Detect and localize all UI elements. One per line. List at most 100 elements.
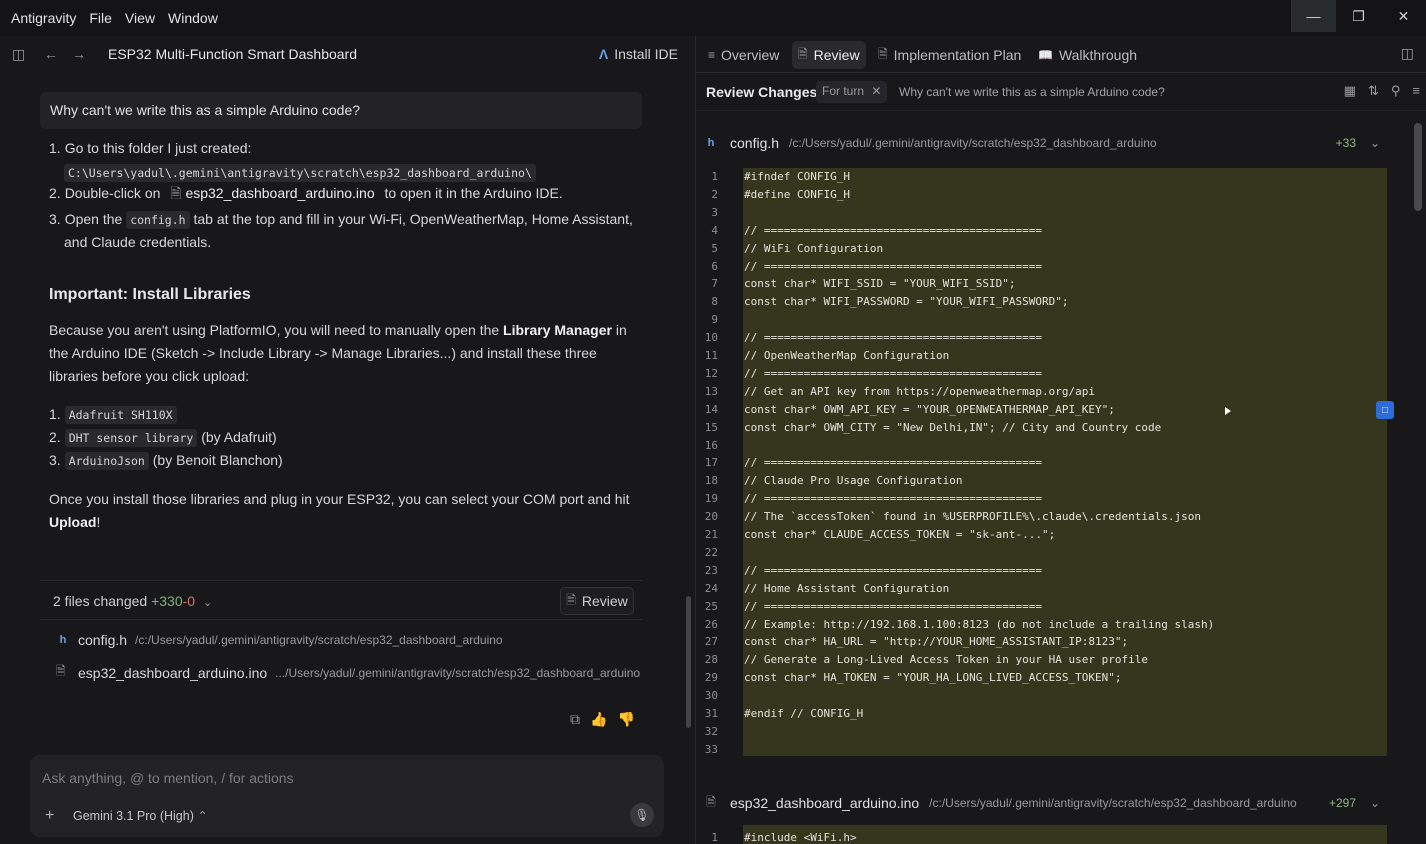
chevron-up-icon: ⌃ (197, 809, 208, 823)
step-1: 1. Go to this folder I just created: (49, 140, 252, 156)
code-text: const char* CLAUDE_ACCESS_TOKEN = "sk-an… (744, 528, 1056, 541)
feedback-bar: ⧉ 👍 👎 (570, 711, 635, 728)
code-line: 24 // Home Assistant Configuration (704, 580, 1387, 598)
conversation-title: ESP32 Multi-Function Smart Dashboard (108, 46, 357, 62)
code-line: 11 // OpenWeatherMap Configuration (704, 347, 1387, 365)
book-icon: 📖 (1038, 48, 1053, 62)
code-line: 3 (704, 204, 1387, 222)
tab-walkthrough[interactable]: 📖 Walkthrough (1032, 41, 1143, 69)
files-changed-box: 2 files changed +330-0 ⌄ 🗎 Review h conf… (40, 580, 642, 683)
code-line: 28 // Generate a Long-Lived Access Token … (704, 651, 1387, 669)
menu-bar: Antigravity File View Window (0, 10, 231, 26)
thumbs-down-icon[interactable]: 👎 (617, 711, 634, 728)
code-diff-config: 1 #ifndef CONFIG_H 2 #define CONFIG_H 3 4 // =… (704, 168, 1387, 757)
tab-implementation-plan[interactable]: 🗎 Implementation Plan (872, 41, 1027, 69)
step-3-cont: and Claude credentials. (64, 234, 212, 250)
line-number: 23 (704, 563, 718, 577)
menu-view[interactable]: View (125, 10, 155, 26)
code-text: // =====================================… (744, 563, 1043, 577)
code-text: // =====================================… (744, 331, 1043, 345)
line-number: 13 (704, 384, 718, 398)
for-turn-filter[interactable]: For turn ✕ (816, 81, 888, 103)
model-selector[interactable]: Gemini 3.1 Pro (High) ⌃ (73, 808, 208, 823)
code-line: 5 // WiFi Configuration (704, 240, 1387, 258)
close-icon[interactable]: ✕ (1381, 0, 1426, 32)
code-text: const char* HA_TOKEN = "YOUR_HA_LONG_LIV… (744, 671, 1122, 685)
chat-scrollbar[interactable] (686, 596, 691, 728)
line-number: 12 (704, 366, 718, 380)
review-title: Review Changes (706, 84, 818, 100)
review-icon: 🗎 (798, 46, 808, 61)
code-text: // OpenWeatherMap Configuration (744, 349, 950, 362)
code-text: #include <WiFi.h> (744, 831, 857, 844)
code-line: 1 #include <WiFi.h> (704, 829, 1387, 844)
microphone-icon[interactable]: 🎙 (630, 803, 654, 827)
comment-icon[interactable]: □ (1376, 401, 1394, 419)
menu-file[interactable]: File (89, 10, 112, 26)
code-text: const char* OWM_CITY = "New Delhi,IN"; /… (744, 420, 1162, 434)
line-number: 20 (704, 510, 718, 524)
changed-file-item[interactable]: 🗎 esp32_dashboard_arduino.ino .../Users/… (56, 662, 640, 683)
review-button[interactable]: 🗎 Review (560, 587, 634, 615)
chevron-down-icon: ⌄ (202, 597, 213, 609)
line-number: 19 (704, 492, 718, 506)
header-file-icon: h (707, 137, 715, 149)
install-ide-button[interactable]: Λ Install IDE (599, 46, 678, 62)
tab-overview[interactable]: ≡ Overview (702, 41, 785, 69)
line-number: 22 (704, 545, 718, 559)
code-line: 18 // Claude Pro Usage Configuration (704, 472, 1387, 490)
tab-review[interactable]: 🗎 Review (792, 41, 866, 69)
menu-icon[interactable]: ≡ (1412, 83, 1420, 99)
code-line: 9 (704, 311, 1387, 329)
file-icon: 🗎 (170, 185, 182, 201)
thumbs-up-icon[interactable]: 👍 (590, 711, 607, 728)
minimize-icon[interactable]: — (1291, 0, 1336, 32)
lines-added-badge: +297 (1328, 796, 1356, 810)
chat-input[interactable]: Ask anything, @ to mention, / for action… (42, 770, 294, 786)
file-header-ino[interactable]: 🗎 esp32_dashboard_arduino.ino /c:/Users/… (704, 785, 1388, 821)
line-number: 27 (704, 635, 718, 649)
search-icon[interactable]: ⚲ (1391, 83, 1401, 99)
back-arrow-icon[interactable]: ← (44, 46, 58, 62)
code-line: 8 const char* WIFI_PASSWORD = "YOUR_WIFI_… (704, 293, 1387, 311)
file-header-config[interactable]: h config.h /c:/Users/yadul/.gemini/antig… (704, 125, 1388, 161)
code-text: const char* HA_URL = "http://YOUR_HOME_A… (744, 635, 1129, 649)
code-text: const char* OWM_API_KEY = "YOUR_OPENWEAT… (744, 402, 1115, 416)
changed-file-item[interactable]: h config.h /c:/Users/yadul/.gemini/antig… (56, 632, 503, 648)
line-number: 15 (704, 420, 718, 434)
code-line: 21 const char* CLAUDE_ACCESS_TOKEN = "sk-… (704, 526, 1387, 544)
line-number: 28 (704, 653, 718, 667)
window-controls: — ❐ ✕ (1291, 0, 1426, 32)
restore-icon[interactable]: ❐ (1336, 0, 1381, 32)
chevron-down-icon[interactable]: ⌄ (1370, 136, 1380, 150)
menu-window[interactable]: Window (168, 10, 218, 26)
collapse-icon[interactable]: ⇅ (1368, 83, 1379, 99)
lib-item: 3. ArduinoJson (by Benoit Blanchon) (49, 452, 283, 470)
ino-file-link[interactable]: esp32_dashboard_arduino.ino (185, 185, 374, 201)
copy-icon[interactable]: ⧉ (570, 711, 580, 728)
line-number: 2 (711, 187, 718, 201)
line-number: 32 (704, 724, 718, 738)
files-changed-header[interactable]: 2 files changed +330-0 ⌄ 🗎 Review (40, 580, 642, 620)
panel-toggle-icon[interactable]: ◫ (1401, 45, 1414, 62)
chevron-down-icon[interactable]: ⌄ (1370, 796, 1380, 810)
code-line: 14 const char* OWM_API_KEY = "YOUR_OPENWE… (704, 401, 1387, 419)
add-context-icon[interactable]: + (45, 807, 54, 825)
line-number: 16 (704, 438, 718, 452)
review-scrollbar[interactable] (1414, 123, 1422, 211)
forward-arrow-icon[interactable]: → (72, 46, 86, 62)
line-number: 30 (704, 689, 718, 703)
code-text: // =====================================… (744, 456, 1043, 470)
code-line: 17 // ===================================… (704, 454, 1387, 472)
line-number: 5 (711, 241, 718, 255)
chat-header: ◫ ← → ESP32 Multi-Function Smart Dashboa… (0, 36, 695, 74)
sidebar-toggle-icon[interactable]: ◫ (12, 46, 25, 63)
code-line: 32 (704, 723, 1387, 741)
section-heading: Important: Install Libraries (49, 286, 251, 303)
install-paragraph: Because you aren't using PlatformIO, you… (49, 322, 627, 384)
line-number: 14 (704, 402, 718, 416)
layout-icon[interactable]: ▦ (1344, 83, 1356, 99)
code-line: 15 const char* OWM_CITY = "New Delhi,IN";… (704, 419, 1387, 437)
line-number: 1 (711, 831, 718, 844)
line-number: 31 (704, 707, 718, 720)
